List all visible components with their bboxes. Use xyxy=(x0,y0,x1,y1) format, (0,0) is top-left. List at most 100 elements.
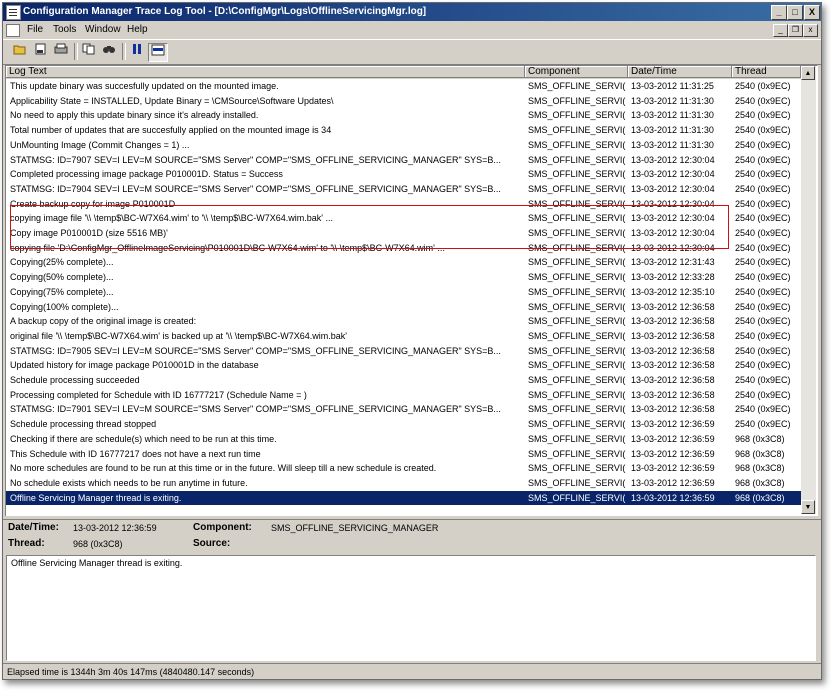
child-close-button[interactable]: x xyxy=(803,24,818,37)
table-row[interactable]: Schedule processing thread stopped SMS_OF… xyxy=(6,417,801,432)
thread-cell: 2540 (0x9EC) xyxy=(735,272,791,283)
log-text-cell: STATMSG: ID=7905 SEV=I LEV=M SOURCE="SMS… xyxy=(10,345,501,356)
pause-icon[interactable] xyxy=(128,43,146,60)
table-row[interactable]: Processing completed for Schedule with I… xyxy=(6,388,801,403)
datetime-cell: 13-03-2012 12:36:58 xyxy=(631,360,715,371)
component-cell: SMS_OFFLINE_SERVI( xyxy=(528,448,626,459)
thread-cell: 2540 (0x9EC) xyxy=(735,330,791,341)
column-header-log-text[interactable]: Log Text xyxy=(6,66,525,78)
component-cell: SMS_OFFLINE_SERVI( xyxy=(528,330,626,341)
thread-cell: 968 (0x3C8) xyxy=(735,463,785,474)
table-row[interactable]: No schedule exists which needs to be run… xyxy=(6,476,801,491)
datetime-cell: 13-03-2012 11:31:30 xyxy=(631,139,714,150)
table-row[interactable]: copying file 'D:\ConfigMgr_OfflineImageS… xyxy=(6,241,801,256)
thread-cell: 2540 (0x9EC) xyxy=(735,360,791,371)
table-row[interactable]: UnMounting Image (Commit Changes = 1) ..… xyxy=(6,138,801,153)
table-row[interactable]: No need to apply this update binary sinc… xyxy=(6,108,801,123)
find-icon[interactable] xyxy=(100,43,118,60)
menu-help[interactable]: Help xyxy=(127,24,148,35)
table-row[interactable]: STATMSG: ID=7904 SEV=I LEV=M SOURCE="SMS… xyxy=(6,182,801,197)
component-cell: SMS_OFFLINE_SERVI( xyxy=(528,375,626,385)
datetime-cell: 13-03-2012 12:30:04 xyxy=(631,242,715,253)
list-header: Log Text Component Date/Time Thread xyxy=(6,66,801,79)
table-row[interactable]: copying image file '\\ \temp$\BC-W7X64.w… xyxy=(6,211,801,226)
copy-icon[interactable] xyxy=(80,43,98,60)
thread-cell: 2540 (0x9EC) xyxy=(735,81,791,91)
datetime-cell: 13-03-2012 12:35:10 xyxy=(631,286,715,297)
table-row[interactable]: original file '\\ \temp$\BC-W7X64.wim' i… xyxy=(6,329,801,344)
table-row[interactable]: Applicability State = INSTALLED, Update … xyxy=(6,94,801,109)
title-bar[interactable]: Configuration Manager Trace Log Tool - [… xyxy=(3,3,821,21)
table-row[interactable]: Copying(75% complete)... SMS_OFFLINE_SERV… xyxy=(6,285,801,300)
component-cell: SMS_OFFLINE_SERVI( xyxy=(528,389,626,400)
scroll-down-icon[interactable]: ▼ xyxy=(801,500,815,514)
table-row[interactable]: Offline Servicing Manager thread is exit… xyxy=(6,490,801,506)
child-minimize-button[interactable]: _ xyxy=(773,24,788,37)
app-icon xyxy=(6,5,21,20)
table-row[interactable]: Copying(25% complete)... SMS_OFFLINE_SERV… xyxy=(6,255,801,270)
log-text-cell: STATMSG: ID=7901 SEV=I LEV=M SOURCE="SMS… xyxy=(10,404,501,415)
log-text-cell: Completed processing image package P0100… xyxy=(10,169,283,180)
column-header-component[interactable]: Component xyxy=(525,66,628,78)
details-pane: Date/Time: 13-03-2012 12:36:59 Component… xyxy=(3,520,821,554)
table-row[interactable]: Total number of updates that are succesf… xyxy=(6,123,801,138)
maximize-button[interactable]: □ xyxy=(787,5,803,20)
thread-cell: 2540 (0x9EC) xyxy=(735,316,791,327)
component-cell: SMS_OFFLINE_SERVI( xyxy=(528,95,626,106)
table-row[interactable]: STATMSG: ID=7905 SEV=I LEV=M SOURCE="SMS… xyxy=(6,344,801,359)
message-textbox[interactable]: Offline Servicing Manager thread is exit… xyxy=(6,555,816,661)
table-row[interactable]: Copying(50% complete)... SMS_OFFLINE_SERV… xyxy=(6,270,801,285)
table-row[interactable]: This update binary was succesfully updat… xyxy=(6,79,801,94)
column-header-thread[interactable]: Thread xyxy=(732,66,801,78)
toolbar-separator xyxy=(74,43,78,60)
print-preview-icon[interactable] xyxy=(32,43,50,60)
thread-cell: 968 (0x3C8) xyxy=(735,448,785,459)
table-row[interactable]: Copying(100% complete)... SMS_OFFLINE_SER… xyxy=(6,300,801,315)
open-folder-icon[interactable] xyxy=(11,43,29,60)
table-row[interactable]: Checking if there are schedule(s) which … xyxy=(6,432,801,447)
table-row[interactable]: This Schedule with ID 16777217 does not … xyxy=(6,447,801,462)
thread-cell: 2540 (0x9EC) xyxy=(735,125,791,136)
table-row[interactable]: A backup copy of the original image is c… xyxy=(6,314,801,329)
close-button[interactable]: X xyxy=(804,5,820,20)
table-row[interactable]: STATMSG: ID=7901 SEV=I LEV=M SOURCE="SMS… xyxy=(6,402,801,417)
document-icon[interactable] xyxy=(6,24,20,37)
log-text-cell: Copying(75% complete)... xyxy=(10,286,114,297)
datetime-cell: 13-03-2012 12:36:58 xyxy=(631,375,715,385)
menu-window[interactable]: Window xyxy=(85,24,121,35)
minimize-button[interactable]: _ xyxy=(771,5,787,20)
datetime-cell: 13-03-2012 11:31:25 xyxy=(631,81,714,91)
log-text-cell: copying image file '\\ \temp$\BC-W7X64.w… xyxy=(10,213,333,224)
menu-tools[interactable]: Tools xyxy=(53,24,76,35)
column-header-datetime[interactable]: Date/Time xyxy=(628,66,732,78)
table-row[interactable]: Copy image P010001D (size 5516 MB)' SMS_O… xyxy=(6,226,801,241)
component-value: SMS_OFFLINE_SERVICING_MANAGER xyxy=(271,523,439,533)
print-icon[interactable] xyxy=(52,43,70,60)
log-list[interactable]: Log Text Component Date/Time Thread This… xyxy=(5,65,818,517)
log-text-cell: Offline Servicing Manager thread is exit… xyxy=(10,492,182,503)
log-text-cell: original file '\\ \temp$\BC-W7X64.wim' i… xyxy=(10,330,347,341)
log-text-cell: Total number of updates that are succesf… xyxy=(10,125,332,136)
component-cell: SMS_OFFLINE_SERVI( xyxy=(528,286,626,297)
datetime-cell: 13-03-2012 11:31:30 xyxy=(631,125,714,136)
menu-file[interactable]: File xyxy=(27,24,43,35)
datetime-cell: 13-03-2012 11:31:30 xyxy=(631,110,714,121)
thread-cell: 2540 (0x9EC) xyxy=(735,154,791,165)
vertical-scrollbar[interactable]: ▲ ▼ xyxy=(801,66,816,514)
datetime-cell: 13-03-2012 11:31:30 xyxy=(631,95,714,106)
thread-value: 968 (0x3C8) xyxy=(73,539,123,549)
highlight-view-icon[interactable] xyxy=(148,43,168,62)
table-row[interactable]: Schedule processing succeeded SMS_OFFLINE… xyxy=(6,373,801,388)
table-row[interactable]: No more schedules are found to be run at… xyxy=(6,461,801,476)
component-cell: SMS_OFFLINE_SERVI( xyxy=(528,360,626,371)
table-row[interactable]: STATMSG: ID=7907 SEV=I LEV=M SOURCE="SMS… xyxy=(6,153,801,168)
table-row[interactable]: Completed processing image package P0100… xyxy=(6,167,801,182)
child-restore-button[interactable]: ❐ xyxy=(788,24,803,37)
table-row[interactable]: Updated history for image package P01000… xyxy=(6,358,801,373)
log-text-cell: STATMSG: ID=7904 SEV=I LEV=M SOURCE="SMS… xyxy=(10,183,501,194)
component-cell: SMS_OFFLINE_SERVI( xyxy=(528,81,626,91)
scroll-up-icon[interactable]: ▲ xyxy=(801,66,815,80)
table-row[interactable]: Create backup copy for image P010001D SMS… xyxy=(6,197,801,212)
component-cell: SMS_OFFLINE_SERVI( xyxy=(528,404,626,415)
thread-cell: 968 (0x3C8) xyxy=(735,477,785,488)
